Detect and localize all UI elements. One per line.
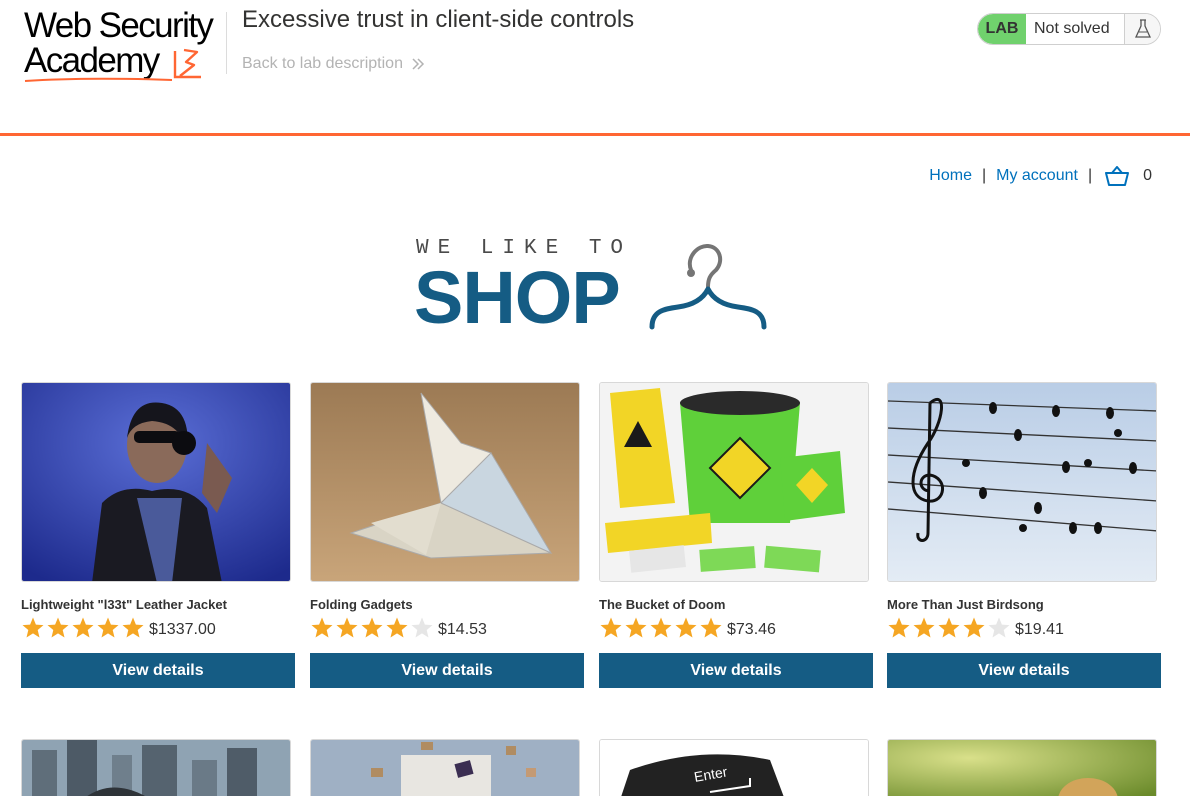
- star-filled-icon: [700, 617, 722, 638]
- view-details-button[interactable]: View details: [21, 653, 295, 688]
- web-security-academy-logo[interactable]: Web Security Academy: [22, 6, 228, 86]
- cart-link[interactable]: 0: [1105, 166, 1152, 186]
- header-divider: [226, 12, 227, 74]
- logo-text-line2: Academy: [24, 41, 160, 80]
- lab-title: Excessive trust in client-side controls: [242, 6, 635, 33]
- product-price: $19.41: [1015, 620, 1064, 638]
- product-image-city: [21, 739, 291, 796]
- flask-icon[interactable]: [1124, 14, 1160, 44]
- star-filled-icon: [625, 617, 647, 638]
- star-filled-icon: [336, 617, 358, 638]
- cart-count: 0: [1143, 167, 1152, 184]
- star-filled-icon: [650, 617, 672, 638]
- star-filled-icon: [600, 617, 622, 638]
- product-image-origami: [310, 382, 580, 582]
- star-filled-icon: [97, 617, 119, 638]
- top-nav: Home | My account | 0: [929, 166, 1152, 186]
- star-filled-icon: [311, 617, 333, 638]
- product-image-books: [310, 739, 580, 796]
- star-filled-icon: [913, 617, 935, 638]
- star-empty-icon: [411, 617, 433, 638]
- star-filled-icon: [963, 617, 985, 638]
- nav-separator: |: [1087, 167, 1093, 184]
- product-meta: $73.46: [599, 616, 873, 640]
- product-image-jacket: [21, 382, 291, 582]
- lab-state-text: Not solved: [1026, 14, 1124, 44]
- view-details-button[interactable]: View details: [599, 653, 873, 688]
- basket-icon: [1105, 166, 1130, 186]
- product-image-birdsong: [887, 382, 1157, 582]
- star-filled-icon: [938, 617, 960, 638]
- back-to-lab-description-link[interactable]: Back to lab description: [242, 55, 425, 73]
- my-account-link[interactable]: My account: [996, 167, 1078, 185]
- nav-separator: |: [981, 167, 987, 184]
- star-filled-icon: [888, 617, 910, 638]
- star-filled-icon: [122, 617, 144, 638]
- product-card: Folding Gadgets $14.53 View details: [310, 382, 584, 688]
- logo-text-line1: Web Security: [24, 6, 214, 45]
- product-price: $73.46: [727, 620, 776, 638]
- star-filled-icon: [361, 617, 383, 638]
- product-name: The Bucket of Doom: [599, 597, 726, 612]
- view-details-button[interactable]: View details: [310, 653, 584, 688]
- product-meta: $1337.00: [21, 616, 295, 640]
- shop-banner: WE LIKE TO SHOP: [414, 232, 774, 339]
- logo-underline-icon: [24, 77, 173, 82]
- back-link-label: Back to lab description: [242, 55, 403, 72]
- rating-stars: [599, 616, 723, 640]
- product-meta: $14.53: [310, 616, 584, 640]
- star-filled-icon: [22, 617, 44, 638]
- product-price: $14.53: [438, 620, 487, 638]
- flask-icon-svg: [1134, 19, 1151, 38]
- hanger-icon: [649, 244, 767, 330]
- star-filled-icon: [47, 617, 69, 638]
- product-meta: $19.41: [887, 616, 1161, 640]
- star-filled-icon: [72, 617, 94, 638]
- product-name: Folding Gadgets: [310, 597, 413, 612]
- rating-stars: [21, 616, 145, 640]
- product-price: $1337.00: [149, 620, 216, 638]
- product-image-enter-key: Enter: [599, 739, 869, 796]
- product-card: The Bucket of Doom $73.46 View details: [599, 382, 873, 688]
- product-image-potato: [887, 739, 1157, 796]
- double-chevron-right-icon: [412, 58, 425, 70]
- academy-header: Web Security Academy Excessive trust in …: [0, 0, 1190, 136]
- star-filled-icon: [386, 617, 408, 638]
- product-image-bucket: [599, 382, 869, 582]
- lab-badge: LAB: [978, 14, 1026, 44]
- banner-title: SHOP: [414, 256, 621, 339]
- product-card: Lightweight "l33t" Leather Jacket $1337.…: [21, 382, 295, 688]
- view-details-button[interactable]: View details: [887, 653, 1161, 688]
- home-link[interactable]: Home: [929, 167, 972, 185]
- product-name: Lightweight "l33t" Leather Jacket: [21, 597, 227, 612]
- star-empty-icon: [988, 617, 1010, 638]
- rating-stars: [310, 616, 434, 640]
- star-filled-icon: [675, 617, 697, 638]
- lab-status-widget: LAB Not solved: [977, 13, 1161, 45]
- product-card: More Than Just Birdsong $19.41 View deta…: [887, 382, 1161, 688]
- logo-lightning-icon: [173, 48, 201, 79]
- product-name: More Than Just Birdsong: [887, 597, 1044, 612]
- rating-stars: [887, 616, 1011, 640]
